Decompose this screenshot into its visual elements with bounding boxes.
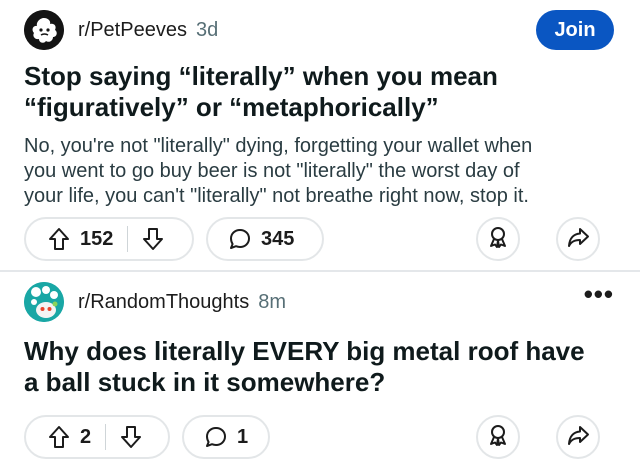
post-body-line: your life, you can't "literally" not bre… [24,185,529,207]
vote-bar: 152 [24,217,194,261]
vote-divider [127,226,129,252]
comment-icon [228,227,252,251]
comments-button[interactable]: 1 [182,415,270,459]
vote-bar: 2 [24,415,170,459]
post-title-line: Stop saying “literally” when you mean [24,61,498,91]
award-button[interactable] [476,217,520,261]
upvote-count: 152 [80,227,114,250]
post-title-line: “figuratively” or “metaphorically” [24,92,439,122]
award-icon [486,225,510,254]
comment-icon [204,425,228,449]
post-meta: r/RandomThoughts 8m [24,282,286,322]
award-button[interactable] [476,415,520,459]
share-icon [566,225,590,254]
award-icon [486,423,510,452]
share-button[interactable] [556,217,600,261]
post-petpeeves[interactable]: r/PetPeeves 3d Join Stop saying “literal… [0,0,640,270]
subreddit-name[interactable]: r/RandomThoughts [78,291,249,314]
downvote-icon[interactable] [120,425,142,449]
join-button[interactable]: Join [536,10,614,50]
post-time: 3d [195,18,219,41]
post-body-line: No, you're not "literally" dying, forget… [24,135,533,157]
post-title-line: a ball stuck in it somewhere? [24,367,386,397]
upvote-icon[interactable] [48,227,70,251]
downvote-icon[interactable] [142,227,164,251]
more-icon[interactable]: ••• [584,281,614,307]
comments-button[interactable]: 345 [206,217,324,261]
post-meta: r/PetPeeves 3d [24,10,218,50]
post-title[interactable]: Why does literally EVERY big metal roof … [24,336,612,398]
subreddit-name[interactable]: r/PetPeeves [78,19,187,42]
post-title-line: Why does literally EVERY big metal roof … [24,336,585,366]
post-body-line: you went to go buy beer is not "literall… [24,160,520,182]
vote-divider [105,424,107,450]
share-icon [566,423,590,452]
subreddit-avatar-randomthoughts[interactable] [24,282,64,322]
post-randomthoughts[interactable]: r/RandomThoughts 8m ••• Why does literal… [0,272,640,470]
comment-count: 345 [261,227,295,250]
upvote-icon[interactable] [48,425,70,449]
comment-count: 1 [237,425,249,448]
post-body[interactable]: No, you're not "literally" dying, forget… [24,134,616,209]
subreddit-avatar-petpeeves[interactable] [24,10,64,50]
upvote-count: 2 [80,425,92,448]
post-title[interactable]: Stop saying “literally” when you mean “f… [24,61,612,123]
share-button[interactable] [556,415,600,459]
post-time: 8m [258,290,286,313]
